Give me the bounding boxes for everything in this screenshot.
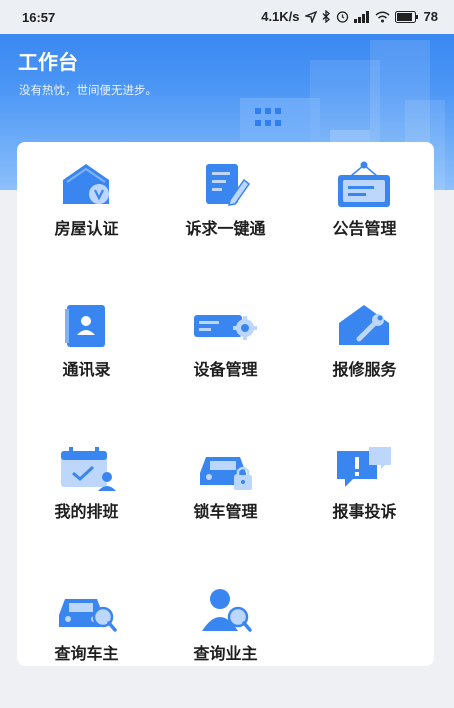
network-speed: 4.1K/s [261,9,300,24]
device-card-gear-icon [194,315,257,340]
grid-item-label: 查询车主 [54,644,119,663]
grid-item-complaint[interactable]: 报事投诉 [295,425,434,545]
grid-item-label: 报修服务 [332,360,397,379]
contacts-book-icon [65,305,105,347]
grid-item-label: 报事投诉 [332,502,397,521]
bottom-area [0,678,454,708]
signal-icon [353,10,369,23]
status-bar: 16:57 4.1K/s 78 [0,0,454,34]
grid-item-repair[interactable]: 报修服务 [295,283,434,403]
grid-item-device[interactable]: 设备管理 [156,283,295,403]
grid-item-car-lock[interactable]: 锁车管理 [156,425,295,545]
grid-item-label: 我的排班 [54,502,119,521]
document-edit-icon [206,164,251,206]
grid-item-label: 公告管理 [332,219,397,238]
grid-item-notice[interactable]: 公告管理 [295,142,434,262]
grid-item-search-car-owner[interactable]: 查询车主 [17,567,156,687]
battery-icon [394,10,418,23]
grid-item-label: 查询业主 [193,644,258,663]
message-alert-icon [337,447,391,487]
person-search-icon [202,589,252,632]
grid-item-appeal[interactable]: 诉求一键通 [156,142,295,262]
notice-board-icon [338,161,390,207]
grid-item-label: 设备管理 [193,360,258,379]
location-icon [304,10,317,23]
page-subtitle: 没有热忱，世间便无进步。 [19,83,157,97]
grid-item-label: 锁车管理 [193,502,258,521]
calendar-schedule-icon [61,447,116,491]
page-title: 工作台 [18,50,78,74]
grid-item-house-verify[interactable]: 房屋认证 [17,142,156,262]
grid-item-label: 房屋认证 [54,219,119,238]
car-lock-icon [200,457,252,490]
bluetooth-icon [322,10,330,23]
grid-item-search-owner[interactable]: 查询业主 [156,567,295,687]
status-time: 16:57 [22,10,56,25]
car-search-icon [59,599,117,632]
grid-item-schedule[interactable]: 我的排班 [17,425,156,545]
grid-item-label: 通讯录 [62,360,111,379]
battery-percent: 78 [423,9,438,24]
grid-item-contacts[interactable]: 通讯录 [17,283,156,403]
alarm-icon [336,11,348,23]
house-wrench-icon [339,305,389,345]
wifi-icon [375,11,390,22]
function-grid-card: 房屋认证 诉求一键通 公告管理 通讯录 设备管理 报修服务 我的排班 锁车管理 … [17,142,434,666]
grid-item-label: 诉求一键通 [185,219,266,238]
house-verify-icon [63,164,109,204]
